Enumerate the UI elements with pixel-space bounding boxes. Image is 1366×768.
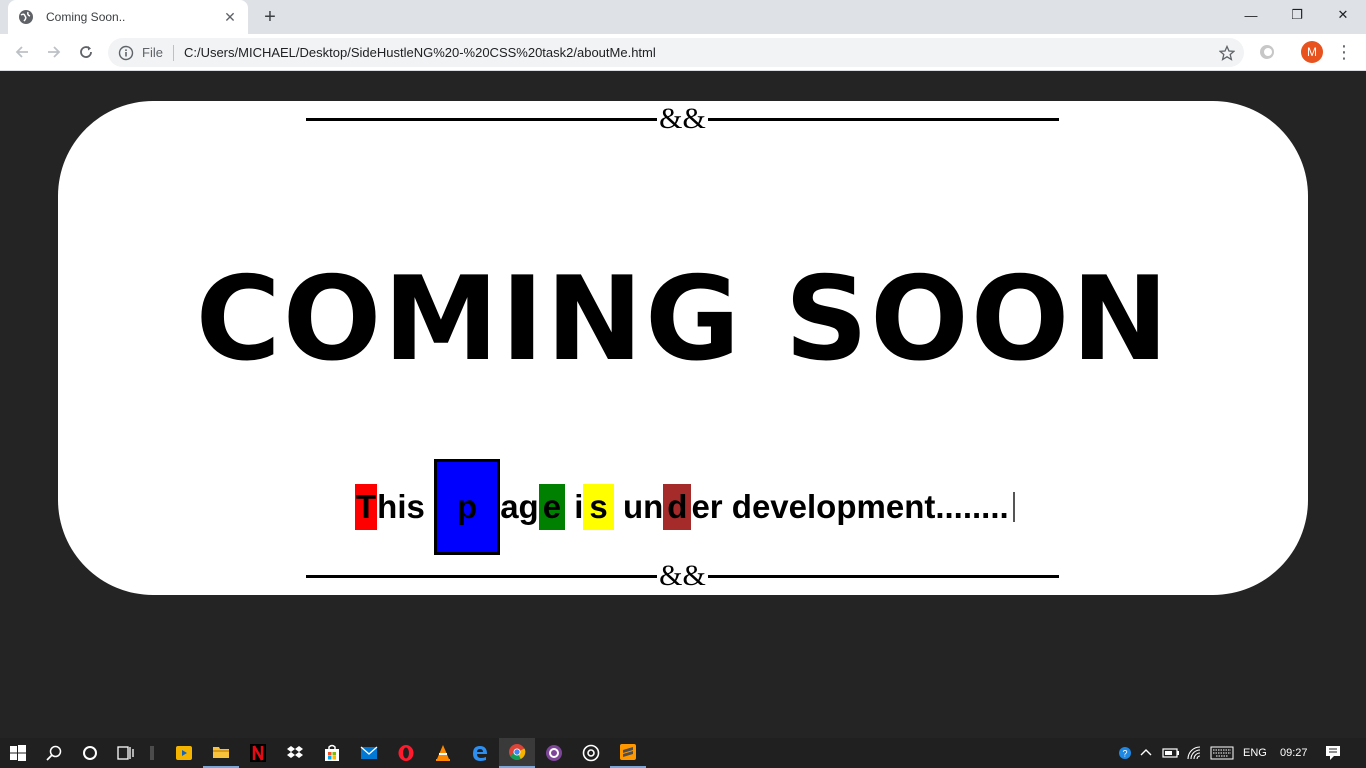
- tab-strip: Coming Soon.. ✕ + — ❐ ✕: [0, 0, 1366, 34]
- highlight-letter-t: T: [355, 484, 378, 530]
- highlight-letter-e: e: [538, 484, 566, 530]
- store-icon[interactable]: [314, 738, 350, 768]
- globe-icon: [18, 9, 34, 25]
- media-player-icon[interactable]: [166, 738, 202, 768]
- tab-close-icon[interactable]: ✕: [222, 9, 238, 25]
- settings-circle-icon[interactable]: [573, 738, 609, 768]
- browser-toolbar: File C:/Users/MICHAEL/Desktop/SideHustle…: [0, 34, 1366, 71]
- dropbox-icon[interactable]: [277, 738, 313, 768]
- clock-time[interactable]: 09:27: [1280, 738, 1308, 768]
- page-headline: COMING SOON: [195, 252, 1171, 387]
- star-icon[interactable]: [1218, 44, 1236, 62]
- windows-start-icon[interactable]: [0, 738, 36, 768]
- reload-icon[interactable]: [72, 38, 100, 66]
- divider-line: [707, 574, 1060, 578]
- text-i: i: [565, 488, 584, 525]
- divider-line: [306, 117, 658, 121]
- new-tab-button[interactable]: +: [258, 5, 282, 29]
- top-divider: &&: [306, 102, 1060, 135]
- development-message: This p ag e is un d er development........: [355, 459, 1015, 555]
- omnibox-separator: [172, 44, 174, 61]
- file-explorer-icon[interactable]: [203, 738, 239, 768]
- opera-icon[interactable]: [388, 738, 424, 768]
- text-un: un: [613, 488, 664, 525]
- window-restore-button[interactable]: ❐: [1274, 0, 1320, 30]
- browser-tab[interactable]: Coming Soon.. ✕: [8, 0, 248, 34]
- vlc-icon[interactable]: [425, 738, 461, 768]
- svg-text:?: ?: [1122, 749, 1127, 759]
- profile-avatar[interactable]: M: [1301, 41, 1323, 63]
- typing-cursor: [1012, 492, 1015, 522]
- text-his: his: [377, 488, 435, 525]
- sublime-text-icon[interactable]: [610, 738, 646, 768]
- notification-icon[interactable]: [1325, 738, 1341, 768]
- keyboard-icon[interactable]: [1210, 738, 1234, 768]
- language-indicator[interactable]: ENG: [1243, 738, 1267, 768]
- info-icon[interactable]: [118, 45, 134, 61]
- windows-taskbar: ? ENG 09:27: [0, 738, 1366, 768]
- taskbar-separator: [134, 738, 170, 768]
- address-bar[interactable]: File C:/Users/MICHAEL/Desktop/SideHustle…: [108, 38, 1244, 67]
- help-icon[interactable]: ?: [1118, 738, 1132, 768]
- text-rest: er development........: [691, 488, 1009, 525]
- wifi-icon[interactable]: [1187, 738, 1203, 768]
- tab-title: Coming Soon..: [46, 10, 126, 24]
- cortana-icon[interactable]: [72, 738, 108, 768]
- edge-icon[interactable]: [462, 738, 498, 768]
- tor-browser-icon[interactable]: [536, 738, 572, 768]
- mail-icon[interactable]: [351, 738, 387, 768]
- chrome-icon[interactable]: [499, 738, 535, 768]
- divider-symbol: &&: [659, 559, 706, 592]
- text-ag: ag: [500, 488, 539, 525]
- back-arrow-icon[interactable]: [8, 38, 36, 66]
- window-close-button[interactable]: ✕: [1320, 0, 1366, 30]
- scheme-label: File: [142, 45, 163, 60]
- url-text[interactable]: C:/Users/MICHAEL/Desktop/SideHustleNG%20…: [184, 45, 656, 60]
- window-minimize-button[interactable]: —: [1228, 0, 1274, 30]
- divider-symbol: &&: [659, 102, 706, 135]
- extension-icon[interactable]: [1257, 42, 1277, 62]
- highlight-letter-p: p: [434, 459, 501, 555]
- divider-line: [306, 574, 658, 578]
- netflix-icon[interactable]: [240, 738, 276, 768]
- battery-icon[interactable]: [1162, 738, 1180, 768]
- divider-line: [707, 117, 1060, 121]
- highlight-letter-s: s: [583, 484, 614, 530]
- bottom-divider: &&: [306, 559, 1060, 592]
- chevron-up-icon[interactable]: [1139, 738, 1153, 768]
- highlight-letter-d: d: [663, 484, 692, 530]
- search-icon[interactable]: [36, 738, 72, 768]
- forward-arrow-icon[interactable]: [40, 38, 68, 66]
- kebab-menu-icon[interactable]: ⋮: [1335, 41, 1353, 63]
